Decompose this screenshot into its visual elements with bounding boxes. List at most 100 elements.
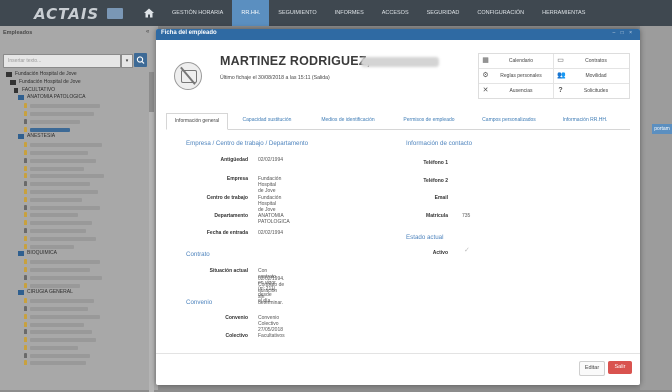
nav-accesos[interactable]: ACCESOS <box>373 0 418 26</box>
search-button[interactable] <box>134 53 147 67</box>
list-item[interactable] <box>4 149 154 157</box>
section-contact-title: Información de contacto <box>406 140 473 147</box>
mobility-icon: 👥 <box>557 72 566 79</box>
employee-modal: Ficha del empleado – □ × MARTINEZ RODRIG… <box>156 29 640 385</box>
contracts-icon: ▭ <box>557 57 564 64</box>
redacted-name <box>30 205 100 210</box>
person-icon <box>24 243 27 249</box>
redacted-name <box>30 299 94 304</box>
list-item[interactable] <box>4 204 154 212</box>
tree-node-child[interactable]: Fundación Hospital de Jove <box>4 79 154 87</box>
mobility-button[interactable]: 👥 Movilidad <box>554 69 629 84</box>
list-item[interactable] <box>4 180 154 188</box>
redacted-name <box>30 150 88 155</box>
absences-button[interactable]: ✕ Ausencias <box>479 84 554 98</box>
list-item[interactable] <box>4 359 154 367</box>
tree-node-group[interactable]: FACULTATIVO <box>4 87 154 95</box>
list-item[interactable] <box>4 188 154 196</box>
tree-node-root[interactable]: Fundación Hospital de Jove <box>4 71 154 79</box>
redacted-name <box>30 345 78 350</box>
tab-permisos-empleado[interactable]: Permisos de empleado <box>394 113 464 128</box>
scrollbar-thumb[interactable] <box>149 72 154 112</box>
nav-seguridad[interactable]: SEGURIDAD <box>418 0 469 26</box>
exit-button[interactable]: Salir <box>608 361 632 374</box>
window-controls[interactable]: – □ × <box>613 30 635 36</box>
list-item[interactable] <box>4 227 154 235</box>
list-item[interactable] <box>4 141 154 149</box>
list-item[interactable] <box>4 297 154 305</box>
list-item[interactable] <box>4 344 154 352</box>
nav-herramientas[interactable]: HERRAMIENTAS <box>533 0 594 26</box>
calendar-icon: ▦ <box>482 57 489 64</box>
redacted-name <box>30 244 74 249</box>
list-item[interactable] <box>4 118 154 126</box>
person-icon <box>24 227 27 233</box>
tree-node-department[interactable]: CIRUGIA GENERAL <box>4 289 154 297</box>
list-item[interactable] <box>4 274 154 282</box>
tab-informacion-rrhh[interactable]: Información RR.HH. <box>554 113 616 128</box>
nav-rrhh[interactable]: RR.HH. <box>232 0 270 26</box>
person-icon <box>24 220 27 226</box>
redacted-name <box>30 174 104 179</box>
list-item[interactable] <box>4 336 154 344</box>
redacted-name <box>30 213 78 218</box>
rules-button[interactable]: ⚙ Reglas personales <box>479 69 554 84</box>
redacted-name <box>30 361 86 366</box>
list-item[interactable] <box>4 211 154 219</box>
home-icon[interactable] <box>143 7 155 19</box>
collapse-icon[interactable]: « <box>146 29 149 35</box>
tab-capacidad-sustitucion[interactable]: Capacidad sustitución <box>232 113 302 128</box>
tab-medios-identificacion[interactable]: Medios de identificación <box>310 113 386 128</box>
requests-button[interactable]: ? Solicitudes <box>554 84 629 98</box>
tab-campos-personalizados[interactable]: Campos personalizados <box>472 113 546 128</box>
tree-node-department[interactable]: BIOQUIMICA <box>4 250 154 258</box>
list-item[interactable] <box>4 196 154 204</box>
list-item[interactable] <box>4 157 154 165</box>
folder-icon <box>10 79 16 85</box>
list-item[interactable] <box>4 172 154 180</box>
footer-divider <box>156 353 640 354</box>
nav-configuracion[interactable]: CONFIGURACIÓN <box>468 0 533 26</box>
list-item[interactable] <box>4 313 154 321</box>
redacted-name <box>30 104 100 109</box>
sidebar-scrollbar[interactable] <box>149 72 154 392</box>
person-icon <box>24 352 27 358</box>
list-item[interactable] <box>4 243 154 251</box>
contracts-button[interactable]: ▭ Contratos <box>554 54 629 69</box>
person-icon <box>24 298 27 304</box>
edit-button[interactable]: Editar <box>579 361 605 376</box>
search-dropdown[interactable]: ▾ <box>121 54 133 68</box>
list-item[interactable] <box>4 110 154 118</box>
list-item[interactable] <box>4 321 154 329</box>
list-item[interactable] <box>4 235 154 243</box>
search-input[interactable]: Insertar texto... <box>3 54 121 68</box>
list-item[interactable] <box>4 305 154 313</box>
person-icon <box>24 313 27 319</box>
person-icon <box>24 181 27 187</box>
list-item[interactable] <box>4 102 154 110</box>
person-icon <box>24 212 27 218</box>
calendar-button[interactable]: ▦ Calendario <box>479 54 554 69</box>
logo-mark-icon <box>107 8 123 19</box>
list-item[interactable] <box>4 165 154 173</box>
redacted-name <box>30 314 100 319</box>
background-button[interactable]: portam <box>652 124 672 134</box>
tab-informacion-general[interactable]: Información general <box>166 113 228 130</box>
redacted-name <box>30 221 92 226</box>
avatar <box>174 62 202 90</box>
list-item[interactable] <box>4 328 154 336</box>
redacted-name <box>30 353 90 358</box>
list-item[interactable] <box>4 219 154 227</box>
redacted-name <box>30 275 102 280</box>
nav-informes[interactable]: INFORMES <box>326 0 373 26</box>
list-item[interactable] <box>4 126 154 134</box>
person-icon <box>24 259 27 265</box>
tree-node-department[interactable]: ANATOMIA PATOLOGICA <box>4 94 154 102</box>
list-item[interactable] <box>4 258 154 266</box>
tree-node-department[interactable]: ANESTESIA <box>4 133 154 141</box>
nav-gestion-horaria[interactable]: GESTIÓN HORARIA <box>163 0 232 26</box>
list-item[interactable] <box>4 266 154 274</box>
list-item[interactable] <box>4 282 154 290</box>
nav-seguimiento[interactable]: SEGUIMIENTO <box>269 0 325 26</box>
list-item[interactable] <box>4 352 154 360</box>
